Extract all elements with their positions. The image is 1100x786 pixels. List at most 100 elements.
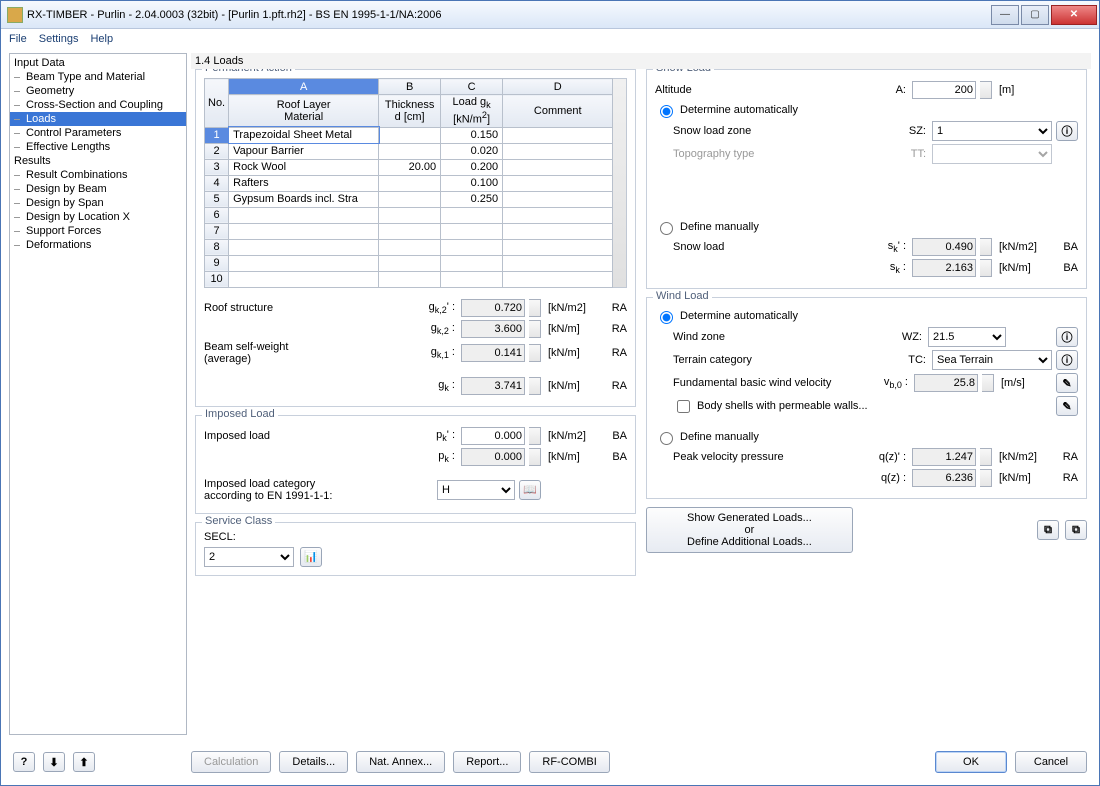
cell-load[interactable]: 0.250 bbox=[441, 191, 503, 207]
cell-comment[interactable] bbox=[503, 159, 613, 175]
row-number[interactable]: 7 bbox=[205, 223, 229, 239]
nav-beam-type[interactable]: Beam Type and Material bbox=[10, 70, 186, 84]
input-altitude[interactable] bbox=[912, 81, 976, 99]
row-number[interactable]: 2 bbox=[205, 143, 229, 159]
cell-material[interactable]: Trapezoidal Sheet Metal bbox=[229, 127, 379, 143]
select-service-class[interactable]: 2 bbox=[204, 547, 294, 567]
nav-geometry[interactable]: Geometry bbox=[10, 84, 186, 98]
col-b[interactable]: B bbox=[379, 79, 441, 95]
row-number[interactable]: 10 bbox=[205, 271, 229, 287]
nav-support-forces[interactable]: Support Forces bbox=[10, 224, 186, 238]
nav-design-locx[interactable]: Design by Location X bbox=[10, 210, 186, 224]
cell-thickness[interactable] bbox=[379, 127, 441, 143]
cell-comment[interactable] bbox=[503, 207, 613, 223]
minimize-button[interactable]: — bbox=[991, 5, 1019, 25]
nav-loads[interactable]: Loads bbox=[10, 112, 186, 126]
cell-comment[interactable] bbox=[503, 191, 613, 207]
select-snow-zone[interactable]: 1 bbox=[932, 121, 1052, 141]
check-body-shells[interactable] bbox=[677, 400, 690, 413]
cell-thickness[interactable] bbox=[379, 207, 441, 223]
radio-wind-manual[interactable] bbox=[660, 432, 673, 445]
cell-comment[interactable] bbox=[503, 239, 613, 255]
export-icon[interactable]: ⬆ bbox=[73, 752, 95, 772]
cell-load[interactable] bbox=[441, 207, 503, 223]
cell-thickness[interactable] bbox=[379, 223, 441, 239]
cell-load[interactable]: 0.020 bbox=[441, 143, 503, 159]
cell-comment[interactable] bbox=[503, 271, 613, 287]
cell-comment[interactable] bbox=[503, 127, 613, 143]
table-row[interactable]: 3Rock Wool20.000.200 bbox=[205, 159, 613, 175]
cell-comment[interactable] bbox=[503, 255, 613, 271]
menu-file[interactable]: File bbox=[9, 33, 27, 45]
menu-settings[interactable]: Settings bbox=[39, 33, 79, 45]
nat-annex-button[interactable]: Nat. Annex... bbox=[356, 751, 445, 773]
table-row[interactable]: 6 bbox=[205, 207, 613, 223]
table-row[interactable]: 1Trapezoidal Sheet Metal 0.150 bbox=[205, 127, 613, 143]
info-icon[interactable]: ⓘ bbox=[1056, 327, 1078, 347]
cell-material[interactable] bbox=[229, 271, 379, 287]
cell-thickness[interactable] bbox=[379, 255, 441, 271]
select-terrain[interactable]: Sea Terrain bbox=[932, 350, 1052, 370]
table-row[interactable]: 7 bbox=[205, 223, 613, 239]
table-row[interactable]: 5Gypsum Boards incl. Stra 0.250 bbox=[205, 191, 613, 207]
maximize-button[interactable]: ▢ bbox=[1021, 5, 1049, 25]
cell-thickness[interactable] bbox=[379, 191, 441, 207]
spinner[interactable] bbox=[529, 427, 541, 445]
radio-wind-auto[interactable] bbox=[660, 311, 673, 324]
table-row[interactable]: 4Rafters0.100 bbox=[205, 175, 613, 191]
book-icon[interactable]: 📖 bbox=[519, 480, 541, 500]
col-d[interactable]: D bbox=[503, 79, 613, 95]
close-button[interactable]: ✕ bbox=[1051, 5, 1097, 25]
nav-deformations[interactable]: Deformations bbox=[10, 238, 186, 252]
cell-load[interactable]: 0.150 bbox=[441, 127, 503, 143]
table-scrollbar[interactable] bbox=[613, 78, 627, 288]
table-row[interactable]: 9 bbox=[205, 255, 613, 271]
row-number[interactable]: 6 bbox=[205, 207, 229, 223]
cell-comment[interactable] bbox=[503, 223, 613, 239]
cell-material[interactable] bbox=[229, 255, 379, 271]
edit-icon[interactable]: ✎ bbox=[1056, 373, 1078, 393]
cell-thickness[interactable] bbox=[379, 175, 441, 191]
cell-material[interactable]: Vapour Barrier bbox=[229, 143, 379, 159]
nav-design-beam[interactable]: Design by Beam bbox=[10, 182, 186, 196]
row-number[interactable]: 5 bbox=[205, 191, 229, 207]
col-c[interactable]: C bbox=[441, 79, 503, 95]
generated-loads-button[interactable]: Show Generated Loads... or Define Additi… bbox=[646, 507, 853, 553]
info-icon[interactable]: ⓘ bbox=[1056, 121, 1078, 141]
cell-load[interactable]: 0.100 bbox=[441, 175, 503, 191]
cancel-button[interactable]: Cancel bbox=[1015, 751, 1087, 773]
cell-material[interactable] bbox=[229, 207, 379, 223]
map-icon[interactable]: 📊 bbox=[300, 547, 322, 567]
nav-result-combi[interactable]: Result Combinations bbox=[10, 168, 186, 182]
row-number[interactable]: 1 bbox=[205, 127, 229, 143]
nav-control-params[interactable]: Control Parameters bbox=[10, 126, 186, 140]
report-button[interactable]: Report... bbox=[453, 751, 521, 773]
cell-thickness[interactable]: 20.00 bbox=[379, 159, 441, 175]
table-row[interactable]: 10 bbox=[205, 271, 613, 287]
select-imposed-category[interactable]: H bbox=[437, 480, 515, 500]
cell-load[interactable] bbox=[441, 255, 503, 271]
cell-load[interactable] bbox=[441, 271, 503, 287]
nav-design-span[interactable]: Design by Span bbox=[10, 196, 186, 210]
radio-snow-auto[interactable] bbox=[660, 105, 673, 118]
row-number[interactable]: 3 bbox=[205, 159, 229, 175]
nav-cross-section[interactable]: Cross-Section and Coupling bbox=[10, 98, 186, 112]
cell-load[interactable] bbox=[441, 223, 503, 239]
rf-combi-button[interactable]: RF-COMBI bbox=[529, 751, 609, 773]
cell-material[interactable] bbox=[229, 223, 379, 239]
cell-comment[interactable] bbox=[503, 143, 613, 159]
cell-material[interactable]: Rock Wool bbox=[229, 159, 379, 175]
cell-thickness[interactable] bbox=[379, 143, 441, 159]
ok-button[interactable]: OK bbox=[935, 751, 1007, 773]
roof-layer-table[interactable]: No. A B C D Roof LayerMaterial Thickness… bbox=[204, 78, 613, 288]
cell-load[interactable]: 0.200 bbox=[441, 159, 503, 175]
help-icon[interactable]: ? bbox=[13, 752, 35, 772]
nav-eff-lengths[interactable]: Effective Lengths bbox=[10, 140, 186, 154]
edit-icon[interactable]: ✎ bbox=[1056, 396, 1078, 416]
copy-icon-2[interactable]: ⧉ bbox=[1065, 520, 1087, 540]
col-a[interactable]: A bbox=[229, 79, 379, 95]
input-pkp[interactable] bbox=[461, 427, 525, 445]
cell-material[interactable]: Gypsum Boards incl. Stra bbox=[229, 191, 379, 207]
radio-snow-manual[interactable] bbox=[660, 222, 673, 235]
table-row[interactable]: 2Vapour Barrier 0.020 bbox=[205, 143, 613, 159]
